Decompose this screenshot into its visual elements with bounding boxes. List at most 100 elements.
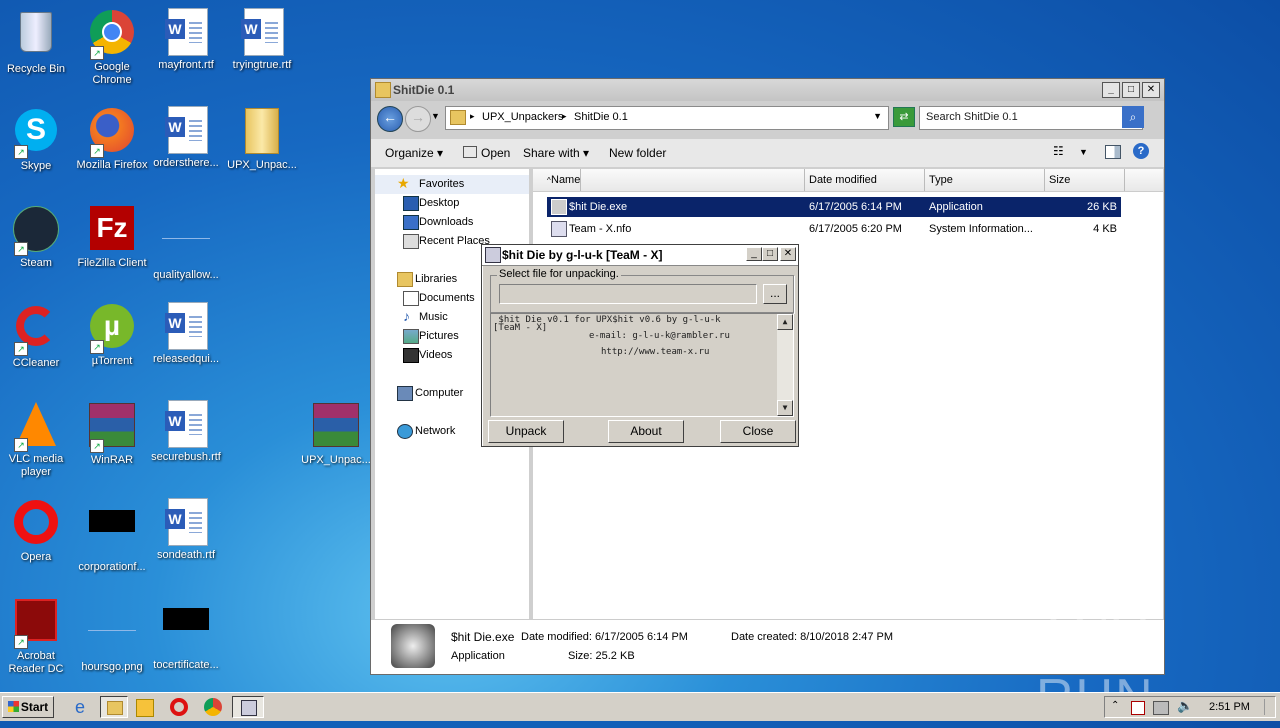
tocertificate-file[interactable]: tocertificate... (148, 596, 224, 672)
open-button[interactable]: Open (463, 146, 510, 160)
file-thumbnail-icon (88, 510, 136, 558)
volume-icon[interactable]: 🔈 (1177, 698, 1193, 714)
sondeath-file[interactable]: sondeath.rtf (148, 498, 224, 562)
dialog-close-button[interactable]: ✕ (780, 247, 796, 261)
scroll-down-arrow-icon[interactable]: ▼ (777, 400, 793, 416)
action-center-icon[interactable] (1131, 701, 1145, 715)
dialog-maximize-button[interactable]: □ (762, 247, 778, 261)
utorrent-shortcut[interactable]: µ ↗ µTorrent (74, 302, 150, 368)
browse-button[interactable]: ... (763, 284, 787, 304)
breadcrumb-upx-unpackers[interactable]: UPX_Unpackers (482, 111, 563, 123)
acrobat-shortcut[interactable]: ↗ Acrobat Reader DC (0, 596, 74, 676)
column-size[interactable]: Size (1045, 169, 1125, 191)
start-button[interactable]: Start (2, 696, 54, 718)
detail-date-modified: Date modified: 6/17/2005 6:14 PM (521, 631, 688, 643)
minimize-button[interactable]: _ (1102, 82, 1120, 98)
detail-file-size: Size: 25.2 KB (568, 650, 635, 662)
opera-taskbar-icon[interactable] (170, 698, 188, 716)
filezilla-shortcut[interactable]: Fz FileZilla Client (74, 204, 150, 270)
shitdie-taskbar-button[interactable] (232, 696, 264, 718)
word-document-icon (162, 106, 210, 154)
about-button[interactable]: About (608, 420, 684, 443)
music-icon: ♪ (403, 308, 410, 324)
back-button[interactable]: ← (377, 106, 403, 132)
show-desktop-button[interactable] (1264, 699, 1273, 715)
file-path-input[interactable] (499, 284, 757, 304)
new-folder-button[interactable]: New folder (609, 146, 666, 160)
releasedqui-file[interactable]: releasedqui... (148, 302, 224, 366)
word-document-icon (162, 400, 210, 448)
refresh-button[interactable]: ⇄ (893, 107, 915, 127)
recycle-bin-shortcut[interactable]: Recycle Bin (0, 8, 74, 76)
help-icon[interactable]: ? (1133, 143, 1149, 159)
close-button[interactable]: ✕ (1142, 82, 1160, 98)
qualityallow-file[interactable]: qualityallow... (148, 204, 224, 282)
nav-favorites[interactable]: ★ Favorites (375, 175, 529, 194)
share-with-button[interactable]: Share with ▾ (523, 146, 589, 160)
forward-button[interactable]: → (405, 106, 431, 132)
column-name[interactable]: Name ^ (533, 169, 805, 191)
skype-shortcut[interactable]: S ↗ Skype (0, 106, 74, 173)
show-hidden-icons-icon[interactable]: ⌃ (1111, 700, 1119, 711)
securebush-file[interactable]: securebush.rtf (148, 400, 224, 464)
column-date-modified[interactable]: Date modified (805, 169, 925, 191)
steam-icon: ↗ (12, 206, 60, 256)
winrar-archive-icon (312, 403, 360, 451)
vlc-cone-icon: ↗ (12, 402, 60, 452)
internet-explorer-icon[interactable]: e (70, 697, 90, 717)
filezilla-icon: Fz (88, 206, 136, 254)
acrobat-icon: ↗ (12, 599, 60, 649)
breadcrumb-shitdie[interactable]: ShitDie 0.1 (574, 111, 628, 123)
column-type[interactable]: Type (925, 169, 1045, 191)
corporation-file[interactable]: corporationf... (74, 498, 150, 574)
detail-file-name: $hit Die.exe (451, 630, 515, 644)
close-dialog-button[interactable]: Close (720, 420, 796, 443)
libraries-icon (397, 272, 413, 287)
explorer-taskbar-button[interactable] (100, 696, 128, 718)
winrar-shortcut[interactable]: ↗ WinRAR (74, 400, 150, 467)
open-icon (463, 146, 477, 158)
word-document-icon (162, 302, 210, 350)
clock[interactable]: 2:51 PM (1209, 701, 1250, 713)
info-textarea[interactable]: $hit Die v0.1 for UPX$hit v0.6 by g-l-u-… (490, 313, 794, 417)
dialog-titlebar[interactable]: $hit Die by g-l-u-k [TeaM - X] _ □ ✕ (482, 245, 798, 266)
mayfront-file[interactable]: mayfront.rtf (148, 8, 224, 72)
hoursgo-file[interactable]: hoursgo.png (74, 596, 150, 674)
opera-shortcut[interactable]: Opera (0, 498, 74, 564)
firefox-shortcut[interactable]: ↗ Mozilla Firefox (74, 106, 150, 172)
address-bar[interactable]: ▸ UPX_Unpackers ▸ ShitDie 0.1 ▼ (445, 106, 889, 130)
view-dropdown-icon[interactable]: ▼ (1079, 147, 1088, 157)
word-document-icon (238, 8, 286, 56)
desktop-icon (403, 196, 419, 211)
file-row-shitdie-exe[interactable]: $hit Die.exe 6/17/2005 6:14 PM Applicati… (547, 197, 1121, 217)
search-icon[interactable]: ⌕ (1122, 106, 1144, 128)
preview-pane-icon[interactable] (1105, 145, 1121, 159)
chrome-taskbar-icon[interactable] (204, 698, 222, 716)
file-row-team-x-nfo[interactable]: Team - X.nfo 6/17/2005 6:20 PM System In… (547, 219, 1121, 239)
file-thumbnail-icon (162, 608, 210, 656)
ccleaner-shortcut[interactable]: ↗ CCleaner (0, 302, 74, 370)
steam-shortcut[interactable]: ↗ Steam (0, 204, 74, 270)
unpack-button[interactable]: Unpack (488, 420, 564, 443)
address-dropdown-icon[interactable]: ▼ (873, 111, 882, 121)
tryingtrue-file[interactable]: tryingtrue.rtf (224, 8, 300, 72)
dialog-minimize-button[interactable]: _ (746, 247, 762, 261)
recent-pages-dropdown[interactable]: ▼ (431, 111, 440, 121)
vertical-scrollbar[interactable]: ▲ ▼ (777, 314, 793, 416)
media-player-icon[interactable] (136, 699, 154, 717)
organize-button[interactable]: Organize ▾ (385, 146, 443, 160)
downloads-icon (403, 215, 419, 230)
view-options-icon[interactable]: ☷ (1053, 144, 1064, 158)
upx-unpackers-archive[interactable]: UPX_Unpac... (298, 400, 374, 467)
chrome-shortcut[interactable]: ↗ Google Chrome (74, 8, 150, 87)
upx-unpackers-folder[interactable]: UPX_Unpac... (224, 106, 300, 172)
system-info-icon (551, 221, 567, 237)
explorer-titlebar[interactable]: ShitDie 0.1 _ □ ✕ (371, 79, 1164, 101)
scroll-up-arrow-icon[interactable]: ▲ (777, 314, 793, 330)
ordersthere-file[interactable]: ordersthere... (148, 106, 224, 170)
search-input[interactable]: Search ShitDie 0.1 ⌕ (919, 106, 1144, 130)
ccleaner-icon: ↗ (12, 306, 60, 356)
vlc-shortcut[interactable]: ↗ VLC media player (0, 400, 74, 479)
network-status-icon[interactable] (1153, 701, 1169, 715)
maximize-button[interactable]: □ (1122, 82, 1140, 98)
